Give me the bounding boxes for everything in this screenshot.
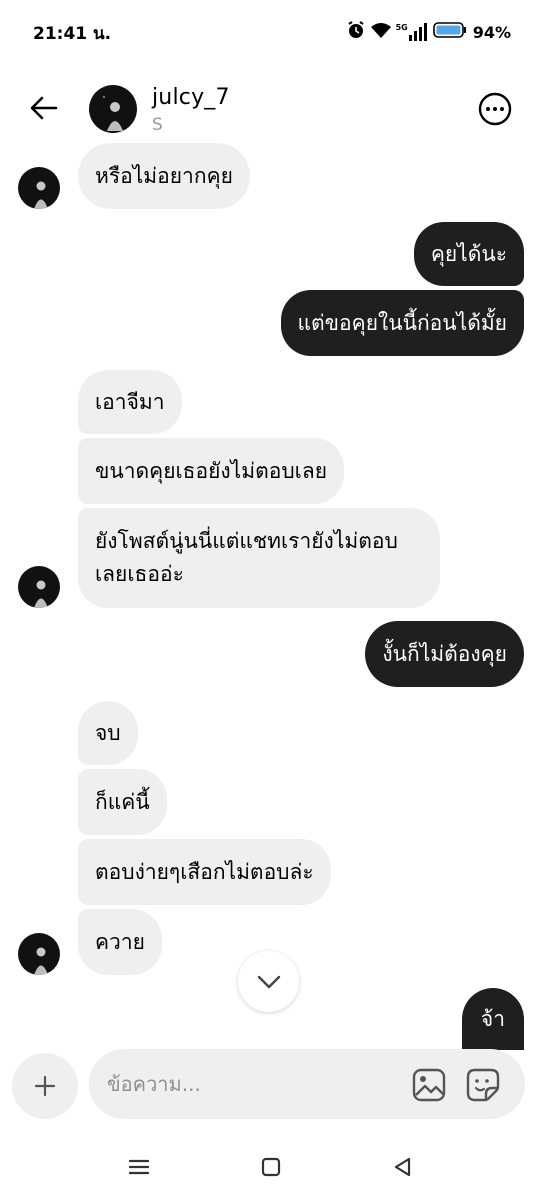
triangle-back-icon	[394, 1157, 411, 1177]
network-label: 5G	[395, 23, 408, 32]
square-icon	[261, 1157, 281, 1177]
sticker-button[interactable]	[465, 1067, 501, 1103]
incoming-message[interactable]: จบ	[78, 701, 138, 765]
message-input[interactable]	[107, 1049, 397, 1119]
sender-avatar[interactable]	[18, 566, 60, 608]
incoming-message[interactable]: ยังโพสต์นู่นนี่แต่แชทเรายังไม่ตอบเลยเธออ…	[78, 508, 440, 608]
gallery-button[interactable]	[411, 1067, 447, 1103]
status-time: 21:41 น.	[33, 24, 112, 44]
battery-icon	[432, 21, 467, 43]
incoming-message[interactable]: เอาจีมา	[78, 370, 182, 434]
network-5g-icon: 5G	[396, 23, 429, 41]
arrow-left-icon	[30, 96, 58, 120]
outgoing-message[interactable]: คุยได้นะ	[413, 222, 524, 286]
incoming-message[interactable]: ขนาดคุยเธอยังไม่ตอบเลย	[78, 438, 344, 504]
incoming-message[interactable]: ตอบง่ายๆเสือกไม่ตอบล่ะ	[78, 839, 331, 905]
sender-avatar[interactable]	[18, 933, 60, 975]
contact-avatar[interactable]	[89, 85, 137, 133]
scroll-to-bottom-button[interactable]	[238, 951, 299, 1012]
chevron-down-icon	[257, 975, 280, 988]
message-composer	[89, 1049, 525, 1119]
back-button[interactable]	[28, 92, 60, 124]
status-bar: 21:41 น. 5G 94%	[0, 0, 537, 62]
chat-header: julcy_7 S	[0, 62, 537, 142]
outgoing-message[interactable]: งั้นก็ไม่ต้องคุย	[365, 621, 524, 687]
add-attachment-button[interactable]	[12, 1053, 78, 1119]
plus-icon	[34, 1075, 56, 1097]
home-button[interactable]	[256, 1152, 286, 1182]
contact-username[interactable]: julcy_7	[152, 85, 230, 110]
system-nav-bar	[0, 1138, 537, 1199]
image-icon	[412, 1068, 446, 1102]
system-back-button[interactable]	[388, 1152, 418, 1182]
battery-percent: 94%	[472, 22, 511, 42]
incoming-message[interactable]: ควาย	[78, 909, 162, 975]
wifi-icon	[370, 21, 392, 43]
outgoing-message[interactable]: แต่ขอคุยในนี้ก่อนได้มั้ย	[280, 290, 524, 356]
menu-icon	[129, 1159, 149, 1175]
incoming-message[interactable]: ก็แค่นี้	[78, 769, 167, 835]
contact-subtitle: S	[152, 115, 163, 135]
incoming-message[interactable]: หรือไม่อยากคุย	[78, 143, 250, 209]
status-icons: 5G 94%	[346, 20, 511, 44]
more-options-button[interactable]	[478, 92, 512, 126]
sticker-icon	[466, 1068, 500, 1102]
alarm-icon	[346, 20, 366, 44]
outgoing-message[interactable]: จ้า	[461, 988, 524, 1050]
sender-avatar[interactable]	[18, 167, 60, 209]
more-horizontal-icon	[478, 92, 512, 126]
recent-apps-button[interactable]	[124, 1152, 154, 1182]
